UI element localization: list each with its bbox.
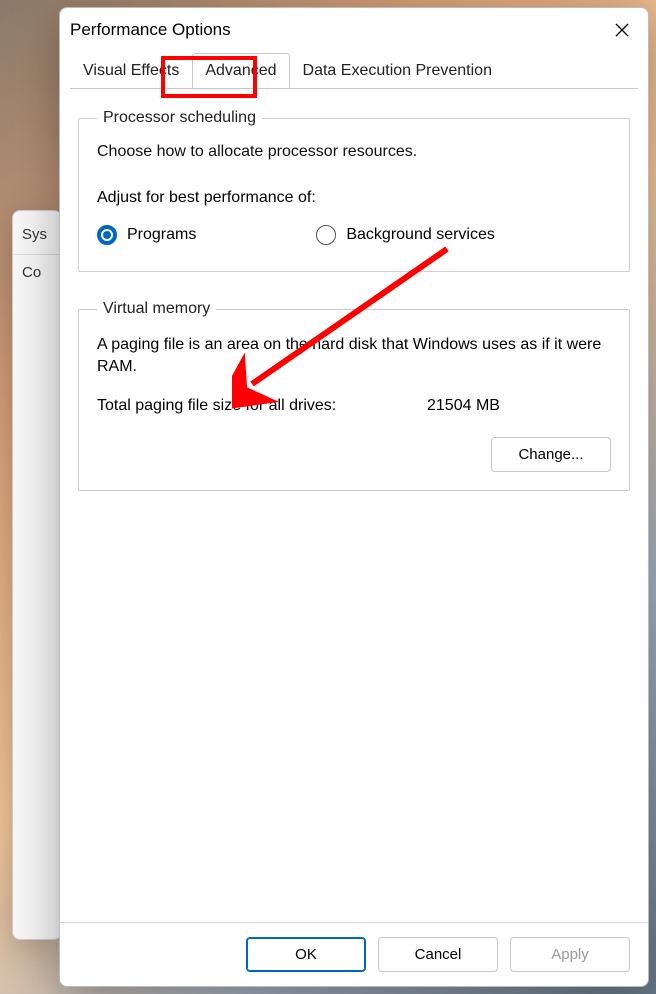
- dialog-title: Performance Options: [70, 20, 231, 40]
- tab-content: Processor scheduling Choose how to alloc…: [70, 88, 638, 922]
- vm-total-value: 21504 MB: [427, 397, 500, 415]
- processor-scheduling-group: Processor scheduling Choose how to alloc…: [78, 109, 630, 272]
- radio-services-label: Background services: [346, 226, 495, 244]
- radio-icon: [97, 225, 117, 245]
- radio-programs[interactable]: Programs: [97, 225, 196, 245]
- virtual-memory-legend: Virtual memory: [97, 300, 216, 318]
- vm-total-row: Total paging file size for all drives: 2…: [97, 397, 611, 415]
- adjust-label: Adjust for best performance of:: [97, 189, 611, 207]
- background-window: [12, 210, 62, 940]
- background-label: Co: [22, 264, 41, 281]
- change-button[interactable]: Change...: [491, 437, 611, 472]
- virtual-memory-group: Virtual memory A paging file is an area …: [78, 300, 630, 491]
- titlebar: Performance Options: [60, 8, 648, 52]
- tab-dep[interactable]: Data Execution Prevention: [290, 53, 505, 89]
- tab-bar: Visual Effects Advanced Data Execution P…: [60, 52, 648, 88]
- radio-row: Programs Background services: [97, 225, 611, 253]
- vm-description: A paging file is an area on the hard dis…: [97, 334, 611, 379]
- close-icon: [614, 22, 630, 38]
- tab-visual-effects[interactable]: Visual Effects: [70, 53, 192, 89]
- tab-advanced[interactable]: Advanced: [192, 53, 289, 89]
- radio-icon: [316, 225, 336, 245]
- close-button[interactable]: [610, 18, 634, 42]
- radio-programs-label: Programs: [127, 226, 196, 244]
- background-label: Sys: [22, 226, 47, 243]
- processor-scheduling-legend: Processor scheduling: [97, 109, 262, 127]
- vm-total-label: Total paging file size for all drives:: [97, 397, 427, 415]
- background-divider: [14, 254, 64, 255]
- ok-button[interactable]: OK: [246, 937, 366, 972]
- cancel-button[interactable]: Cancel: [378, 937, 498, 972]
- performance-options-dialog: Performance Options Visual Effects Advan…: [59, 7, 649, 987]
- dialog-footer: OK Cancel Apply: [60, 922, 648, 986]
- apply-button[interactable]: Apply: [510, 937, 630, 972]
- processor-desc: Choose how to allocate processor resourc…: [97, 143, 611, 161]
- radio-background-services[interactable]: Background services: [316, 225, 495, 245]
